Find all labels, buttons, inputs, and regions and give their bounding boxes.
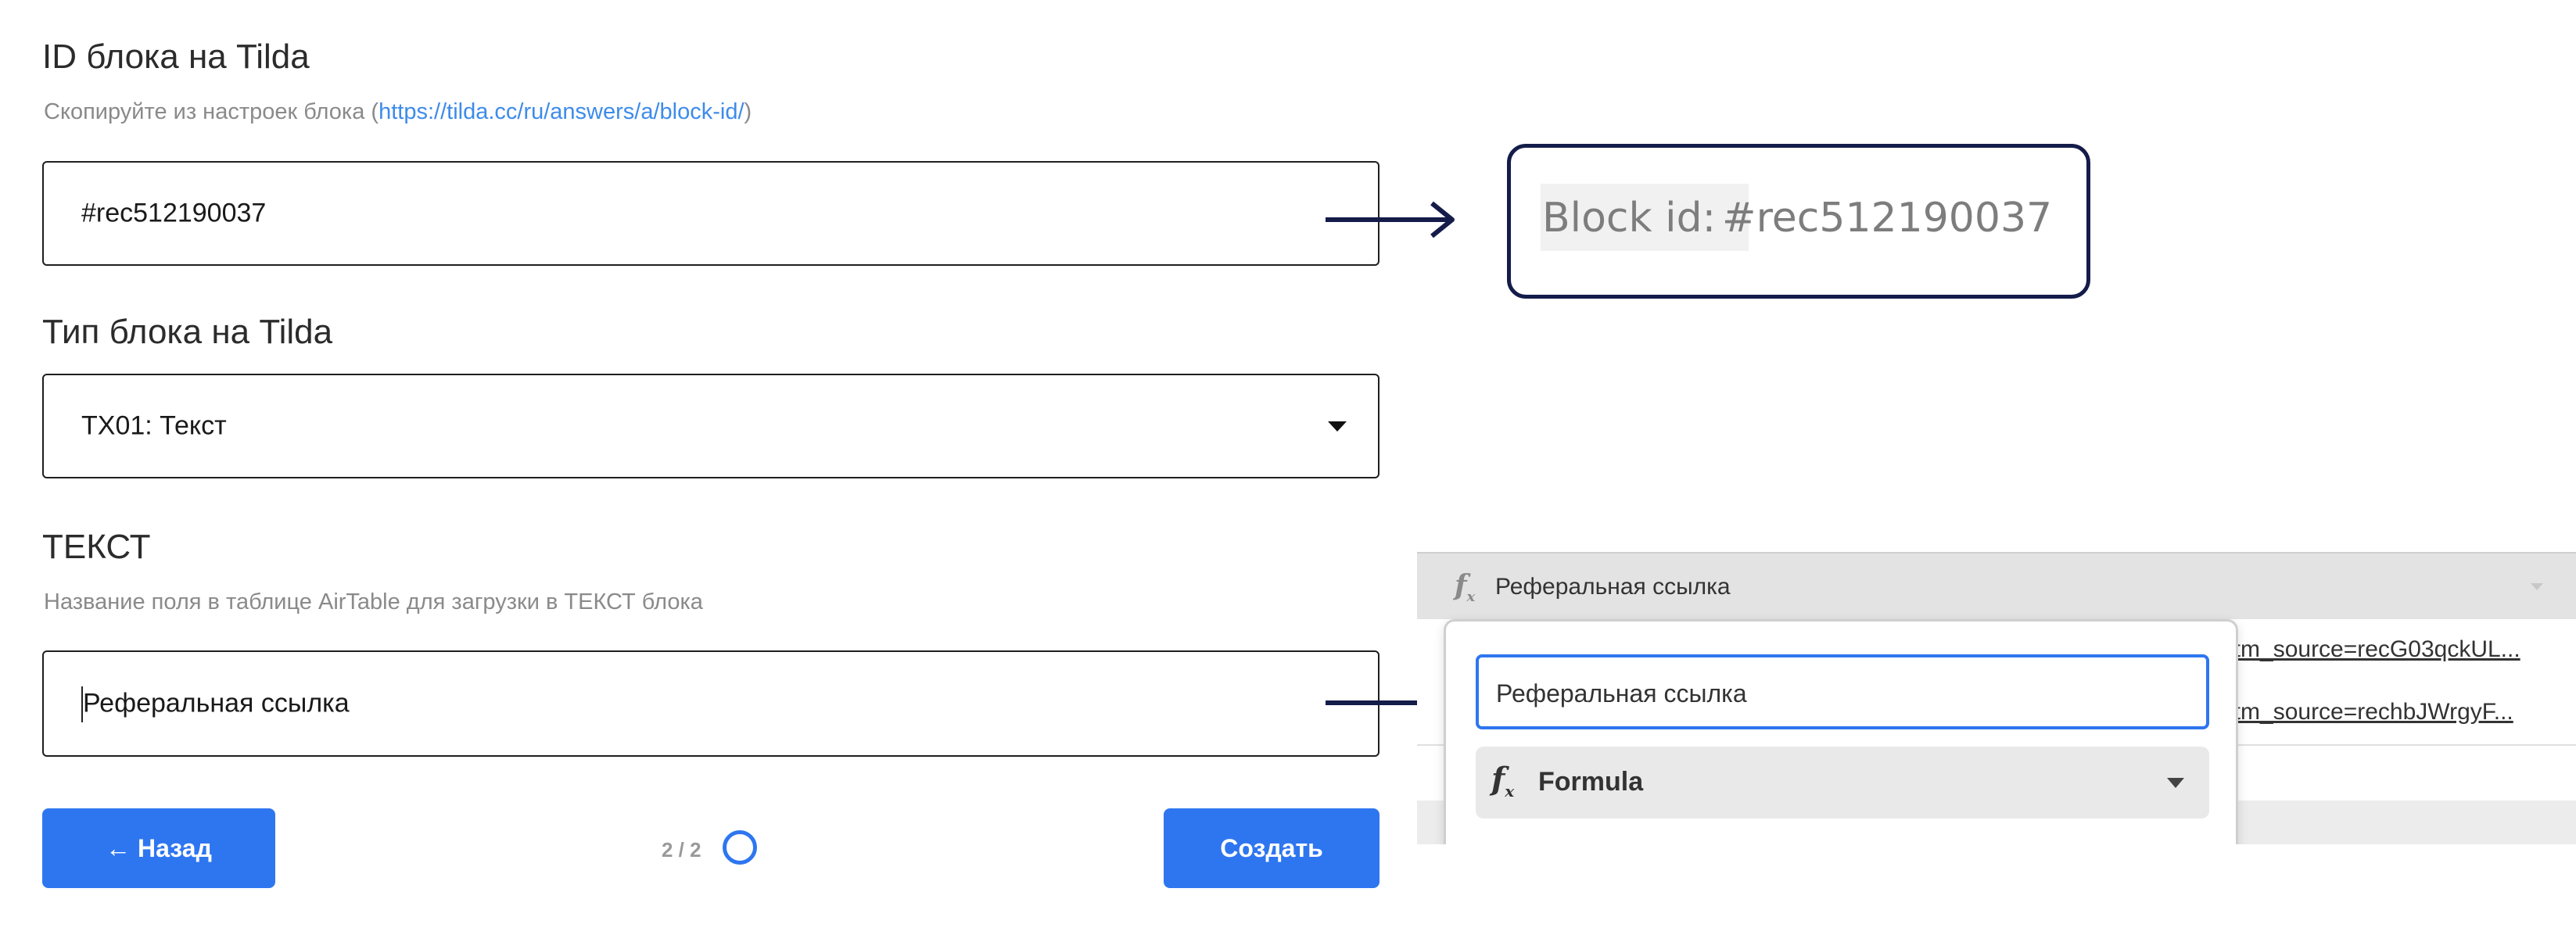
text-field-hint: Название поля в таблице AirTable для заг… [44,589,703,614]
badge-value: #rec512190037 [1722,195,2053,242]
column-menu-chevron-icon[interactable] [2531,583,2543,590]
field-editor-clip: Реферальная ссылка fx Formula [1431,610,2252,844]
text-field-input[interactable]: Реферальная ссылка [42,650,1379,757]
formula-icon: fx [1455,569,1476,606]
text-field-input-value: Реферальная ссылка [83,688,350,718]
chevron-down-icon [1328,421,1347,432]
chevron-down-icon [2167,778,2184,788]
column-title: Реферальная ссылка [1495,574,1731,600]
block-id-help-link[interactable]: https://tilda.cc/ru/answers/a/block-id/ [379,99,744,124]
block-type-select[interactable]: TX01: Текст [42,374,1379,478]
formula-icon: fx [1491,761,1515,801]
row-link-cell[interactable]: utm_source=recG03qckUL... [2221,636,2557,663]
badge-label: Block id: [1542,195,1717,242]
field-name-value: Реферальная ссылка [1496,679,1747,708]
block-type-label: Тип блока на Tilda [42,313,333,351]
block-id-input-value: #rec512190037 [81,198,267,228]
block-id-input[interactable]: #rec512190037 [42,161,1379,266]
pager-text: 2 / 2 [662,838,701,862]
field-type-select[interactable]: fx Formula [1476,747,2209,819]
text-field-label: ТЕКСТ [42,528,151,566]
block-id-label: ID блока на Tilda [42,38,310,76]
progress-circle-icon [723,830,757,865]
arrow-right-icon [1326,201,1455,238]
field-type-value: Formula [1538,767,1644,797]
create-button[interactable]: Создать [1164,808,1379,888]
row-link-cell[interactable]: utm_source=rechbJWrgyF... [2221,699,2557,725]
field-editor-popup: Реферальная ссылка fx Formula [1444,619,2238,844]
back-button[interactable]: ← Назад [42,808,275,888]
block-id-badge: Block id: #rec512190037 [1507,144,2090,299]
block-type-select-value: TX01: Текст [81,410,227,441]
field-name-input[interactable]: Реферальная ссылка [1476,654,2209,729]
block-id-hint: Скопируйте из настроек блока (https://ti… [44,99,752,124]
